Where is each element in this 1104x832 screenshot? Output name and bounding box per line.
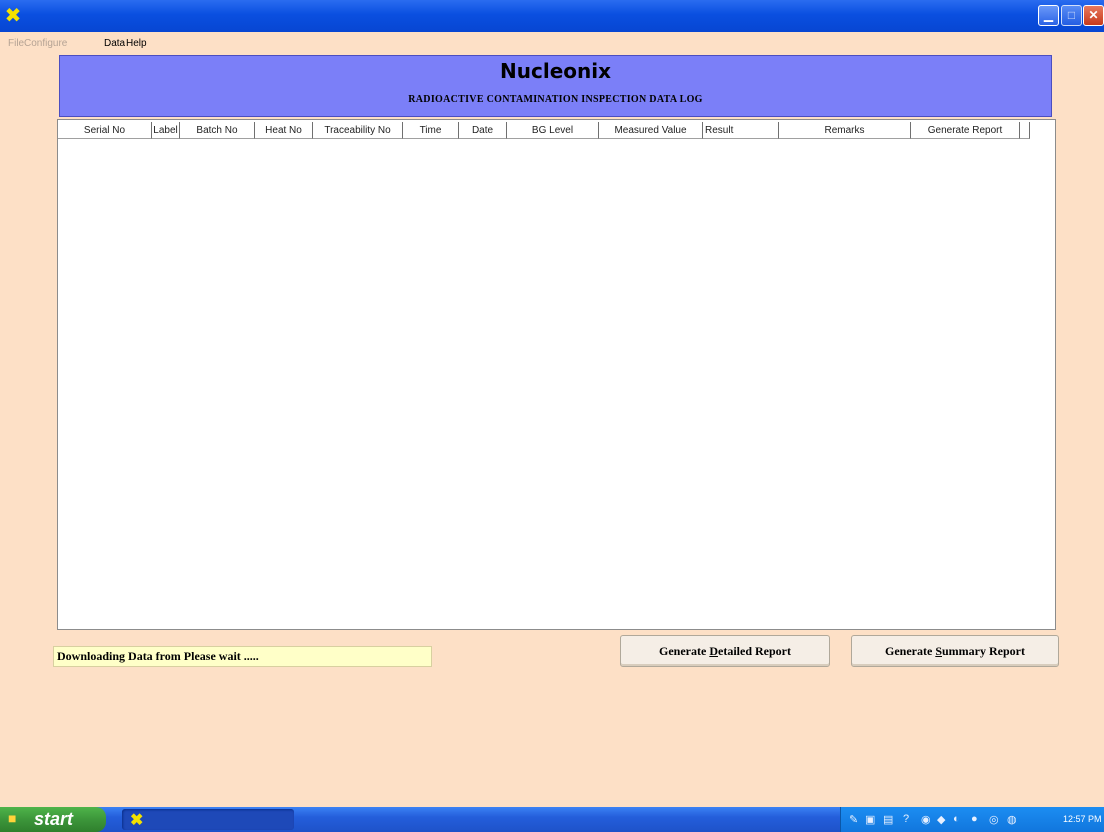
system-tray: ✎ ▣ ▤ ? ◉ ◆ ◐ ● ◎ ◍ 12:57 PM — [840, 807, 1104, 832]
header-panel: Nucleonix RADIOACTIVE CONTAMINATION INSP… — [59, 55, 1052, 117]
button-mnemonic: S — [935, 644, 942, 658]
button-label-prefix: Generate — [885, 644, 936, 658]
column-header-heat-no[interactable]: Heat No — [255, 122, 313, 139]
menu-file[interactable]: File — [8, 38, 24, 49]
column-header-result[interactable]: Result — [703, 122, 779, 139]
menu-data[interactable]: Data — [104, 38, 125, 49]
column-header-batch-no[interactable]: Batch No — [180, 122, 255, 139]
windows-flag-icon: ■ — [8, 810, 17, 826]
start-button[interactable]: ■ start — [0, 807, 106, 832]
button-label-suffix: ummary Report — [942, 644, 1025, 658]
clock[interactable]: 12:57 PM — [1063, 814, 1102, 824]
tray-app-icon[interactable]: ◎ — [989, 813, 999, 826]
generate-detailed-report-button[interactable]: Generate Detailed Report — [620, 635, 830, 667]
network-icon[interactable]: ◉ — [921, 813, 931, 826]
security-icon[interactable]: ◆ — [937, 813, 945, 826]
taskbar: ■ start ✖ ✎ ▣ ▤ ? ◉ ◆ ◐ ● ◎ ◍ 12:57 PM — [0, 807, 1104, 832]
button-label-prefix: Generate — [659, 644, 710, 658]
volume-icon[interactable]: ◐ — [953, 813, 960, 825]
tray-app-icon[interactable]: ◍ — [1007, 813, 1017, 826]
menu-configure[interactable]: Configure — [24, 38, 67, 49]
column-header-traceability-no[interactable]: Traceability No — [313, 122, 403, 139]
help-icon[interactable]: ? — [903, 813, 909, 825]
tray-app-icon[interactable]: ▤ — [883, 813, 893, 826]
button-label-suffix: etailed Report — [718, 644, 791, 658]
pen-icon[interactable]: ✎ — [849, 813, 858, 826]
tray-app-icon[interactable]: ▣ — [865, 813, 875, 826]
close-button[interactable]: ✕ — [1083, 5, 1104, 26]
menu-bar: File Configure Data Help — [0, 32, 1104, 54]
column-header-label[interactable]: Label — [152, 122, 180, 139]
menu-help[interactable]: Help — [126, 38, 147, 49]
page-subtitle: RADIOACTIVE CONTAMINATION INSPECTION DAT… — [408, 94, 703, 105]
column-header-date[interactable]: Date — [459, 122, 507, 139]
table-header: Serial No Label Batch No Heat No Traceab… — [58, 120, 1055, 141]
table-body[interactable] — [58, 141, 1055, 629]
app-x-icon: ✖ — [130, 812, 144, 829]
taskbar-app-button[interactable]: ✖ — [122, 809, 294, 830]
tray-app-icon[interactable]: ● — [971, 813, 978, 825]
data-log-table[interactable]: Serial No Label Batch No Heat No Traceab… — [57, 119, 1056, 630]
column-header-measured-value[interactable]: Measured Value — [599, 122, 703, 139]
start-label: start — [34, 809, 74, 829]
column-header-time[interactable]: Time — [403, 122, 459, 139]
column-header-remarks[interactable]: Remarks — [779, 122, 911, 139]
column-header-generate-report[interactable]: Generate Report — [911, 122, 1020, 139]
minimize-button[interactable]: ▁ — [1038, 5, 1059, 26]
column-header-bg-level[interactable]: BG Level — [507, 122, 599, 139]
button-mnemonic: D — [709, 644, 718, 658]
status-message: Downloading Data from Please wait ..... — [53, 646, 432, 667]
maximize-button[interactable]: □ — [1061, 5, 1082, 26]
column-header-serial-no[interactable]: Serial No — [58, 122, 152, 139]
generate-summary-report-button[interactable]: Generate Summary Report — [851, 635, 1059, 667]
column-header-extra[interactable] — [1020, 122, 1030, 139]
app-x-icon[interactable]: ✖ — [4, 5, 22, 25]
brand-title: Nucleonix — [500, 59, 611, 83]
window-title-bar[interactable]: ✖ ▁ □ ✕ — [0, 0, 1104, 32]
